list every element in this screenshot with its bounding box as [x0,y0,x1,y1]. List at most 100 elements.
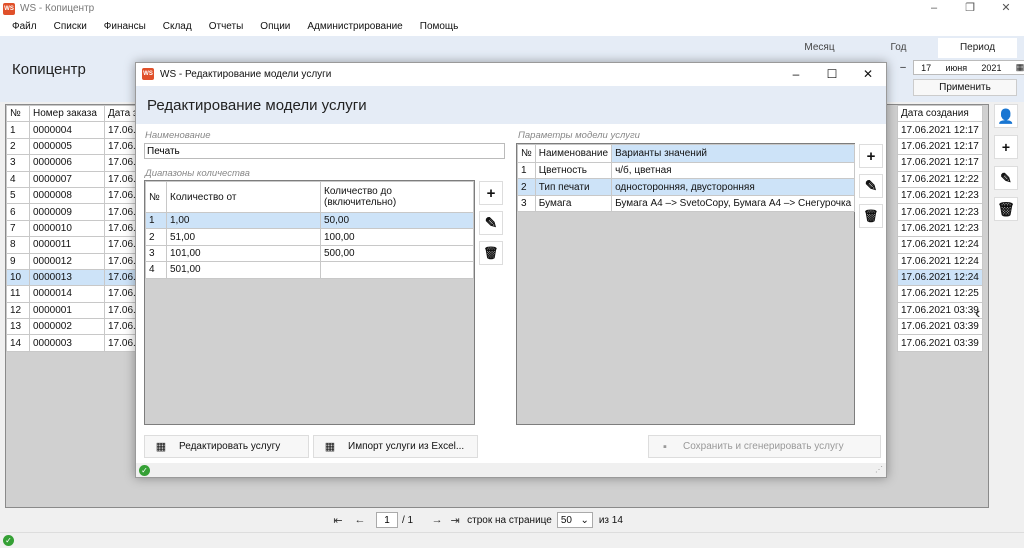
delete-range-button[interactable]: 🗑 [479,241,503,265]
ranges-col-from[interactable]: Количество от [166,181,321,213]
table-row[interactable]: 17.06.2021 12:22 [897,170,983,188]
edit-order-button[interactable]: ✎ [994,166,1018,190]
table-row[interactable]: 17.06.2021 03:39 [897,318,983,336]
page-input[interactable] [376,512,398,528]
minimize-button[interactable]: – [916,0,952,17]
prev-page-button[interactable]: ← [352,514,368,526]
table-row[interactable]: 17.06.2021 03:39 [897,334,983,352]
table-row[interactable]: 6 0000009 17.06.2 [6,203,148,221]
delete-param-button[interactable]: 🗑 [859,204,883,228]
param-row[interactable]: 1 Цветность ч/б, цветная [517,161,856,180]
table-row[interactable]: 11 0000014 17.06.2 [6,285,148,303]
edit-range-button[interactable]: ✎ [479,211,503,235]
menu-warehouse[interactable]: Склад [163,21,192,32]
plus-icon: + [866,147,876,165]
col-order-number[interactable]: Номер заказа [29,104,105,123]
tab-month[interactable]: Месяц [780,38,859,58]
menu-options[interactable]: Опции [260,21,290,32]
table-row[interactable]: 17.06.2021 12:17 [897,121,983,139]
table-row[interactable]: 17.06.2021 12:17 [897,137,983,156]
created-date: 17.06.2021 12:24 [897,236,983,254]
dialog-heading: Редактирование модели услуги [147,97,367,114]
save-generate-button[interactable]: ▪ Сохранить и сгенерировать услугу [648,435,881,458]
edit-service-button[interactable]: ▦ Редактировать услугу [144,435,309,458]
table-row[interactable]: 17.06.2021 12:24 [897,252,983,270]
table-row[interactable]: 1 0000004 17.06.2 [6,121,148,139]
delete-order-button[interactable]: 🗑 [994,197,1018,221]
menu-admin[interactable]: Администрирование [307,21,402,32]
table-row[interactable]: 3 0000006 17.06.2 [6,154,148,172]
end-date-picker[interactable]: 17 июня 2021 ▦▾ [913,60,1024,75]
params-col-values[interactable]: Варианты значений [611,144,856,163]
dialog-close-button[interactable]: ✕ [850,63,886,85]
import-excel-button[interactable]: ▦ Импорт услуги из Excel... [313,435,478,458]
row-number: 5 [6,186,30,205]
name-label: Наименование [145,130,211,141]
menu-help[interactable]: Помощь [420,21,459,32]
params-col-name[interactable]: Наименование [534,144,613,163]
table-row[interactable]: 10 0000013 17.06.2 [6,268,148,287]
order-number: 0000003 [29,334,105,352]
tab-year[interactable]: Год [859,38,938,58]
orders-grid: № Номер заказа Дата за 1 0000004 17.06.2 2 0… [6,104,148,352]
params-col-number[interactable]: № [517,144,536,163]
rows-per-page-select[interactable]: 50 ⌄ [556,512,593,528]
menu-file[interactable]: Файл [12,21,37,32]
range-row[interactable]: 4 501,00 [145,261,474,279]
table-row[interactable]: 17.06.2021 12:17 [897,154,983,172]
col-created[interactable]: Дата создания [897,104,983,123]
resize-grip-icon[interactable]: ⋰ [875,465,883,474]
table-row[interactable]: 8 0000011 17.06.2 [6,236,148,254]
table-row[interactable]: 17.06.2021 12:24 [897,268,983,287]
menu-lists[interactable]: Списки [54,21,87,32]
params-table: № Наименование Варианты значений 1 Цветно… [517,144,856,213]
table-row[interactable]: 17.06.2021 12:25 [897,285,983,303]
add-order-button[interactable]: + [994,135,1018,159]
menu-reports[interactable]: Отчеты [209,21,244,32]
table-row[interactable]: 9 0000012 17.06.2 [6,252,148,270]
add-param-button[interactable]: + [859,144,883,168]
table-row[interactable]: 14 0000003 17.06.2 [6,334,148,352]
next-page-button[interactable]: → [429,514,445,526]
close-button[interactable]: ✕ [988,0,1024,17]
created-date: 17.06.2021 12:23 [897,219,983,238]
calendar-icon[interactable]: ▦▾ [1016,62,1024,73]
param-row[interactable]: 2 Тип печати односторонняя, двусторонняя [517,178,856,196]
table-row[interactable]: 4 0000007 17.06.2 [6,170,148,188]
table-row[interactable]: 17.06.2021 12:23 [897,219,983,238]
table-row[interactable]: 12 0000001 17.06.2 [6,301,148,320]
table-row[interactable]: 17.06.2021 03:39 [897,301,983,320]
service-name-input[interactable] [144,143,505,159]
first-page-button[interactable]: ⇤ [330,514,346,527]
col-number[interactable]: № [6,104,30,123]
edit-param-button[interactable]: ✎ [859,174,883,198]
add-range-button[interactable]: + [479,181,503,205]
collapse-panel-button[interactable]: ‹ [975,305,980,323]
dialog-minimize-button[interactable]: – [778,63,814,85]
table-row[interactable]: 17.06.2021 12:24 [897,236,983,254]
add-user-button[interactable]: 👤 [994,104,1018,128]
table-row[interactable]: 13 0000002 17.06.2 [6,318,148,336]
dialog-maximize-button[interactable]: ☐ [814,63,850,85]
tab-period[interactable]: Период [938,38,1017,58]
ranges-col-number[interactable]: № [145,181,167,213]
last-page-button[interactable]: ⇥ [447,514,463,527]
row-number: 11 [6,285,30,303]
table-row[interactable]: 17.06.2021 12:23 [897,186,983,205]
ranges-col-to[interactable]: Количество до (включительно) [320,181,474,213]
table-row[interactable]: 5 0000008 17.06.2 [6,186,148,205]
menu-finance[interactable]: Финансы [104,21,146,32]
table-row[interactable]: 2 0000005 17.06.2 [6,137,148,156]
table-row[interactable]: 17.06.2021 12:23 [897,203,983,221]
created-date: 17.06.2021 03:39 [897,301,983,320]
param-row[interactable]: 3 Бумага Бумага А4 –> SvetoCopy, Бумага А4… [517,194,856,213]
period-tabs: Месяц Год Период [780,38,1017,58]
apply-button[interactable]: Применить [913,79,1017,96]
range-row[interactable]: 1 1,00 50,00 [145,211,474,230]
table-row[interactable]: 7 0000010 17.06.2 [6,219,148,238]
created-date: 17.06.2021 12:22 [897,170,983,188]
range-row[interactable]: 3 101,00 500,00 [145,244,474,263]
range-row[interactable]: 2 51,00 100,00 [145,228,474,246]
maximize-button[interactable]: ❐ [952,0,988,17]
param-name: Тип печати [534,178,613,196]
